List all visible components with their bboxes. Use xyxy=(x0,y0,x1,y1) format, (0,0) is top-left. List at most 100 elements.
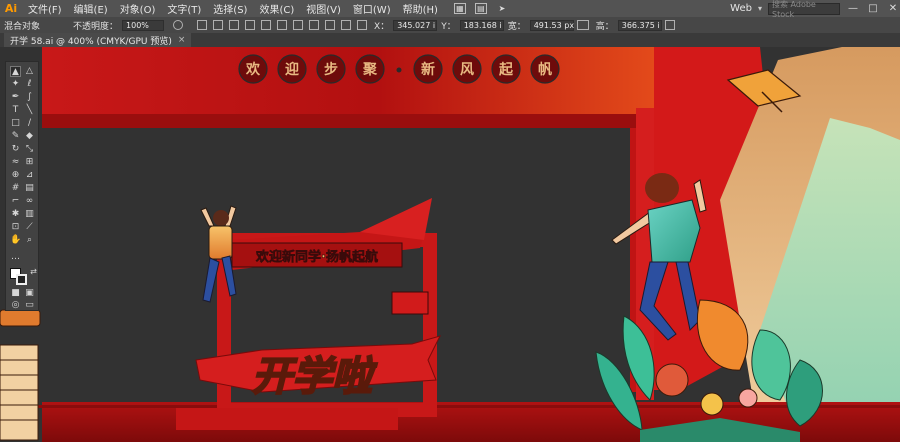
blend-tool-icon[interactable]: ∞ xyxy=(24,196,35,207)
swap-colors-icon[interactable]: ⇄ xyxy=(28,266,39,277)
menu-help[interactable]: 帮助(H) xyxy=(397,1,444,16)
column-graph-tool-icon[interactable]: ▥ xyxy=(24,209,35,220)
pen-tool-icon[interactable]: ✒ xyxy=(10,92,21,103)
artwork: 欢 迎 步 聚 新 风 起 帆 欢迎新同学·扬帆起航 开学啦 xyxy=(0,47,900,442)
y-label: Y： xyxy=(441,21,456,32)
edit-toolbar-icon[interactable]: … xyxy=(10,252,21,263)
opacity-field[interactable]: 100% xyxy=(122,19,165,31)
document-tab[interactable]: 开学 58.ai @ 400% (CMYK/GPU 预览) × xyxy=(4,33,192,47)
close-tab-icon[interactable]: × xyxy=(178,35,186,45)
app-logo: Ai xyxy=(4,2,18,15)
width-field[interactable]: 491.53 px xyxy=(529,19,574,31)
menu-file[interactable]: 文件(F) xyxy=(22,1,68,16)
stroke-swatch[interactable] xyxy=(16,274,27,285)
control-bar: 混合对象 不透明度： 100% X： 345.027 i Y： 183.168 … xyxy=(0,17,900,33)
curvature-tool-icon[interactable]: ∫ xyxy=(24,92,35,103)
scale-tool-icon[interactable]: ⤡ xyxy=(24,144,35,155)
document-tab-title: 开学 58.ai @ 400% (CMYK/GPU 预览) xyxy=(10,36,172,47)
rotate-tool-icon[interactable]: ↻ xyxy=(10,144,21,155)
document-tab-bar: 开学 58.ai @ 400% (CMYK/GPU 预览) × xyxy=(0,33,900,47)
align-right-icon[interactable] xyxy=(229,20,240,30)
send-icon[interactable]: ➤ xyxy=(496,3,508,14)
y-field[interactable]: 183.168 i xyxy=(459,19,504,31)
distribute-vertical-icon[interactable] xyxy=(309,20,320,30)
top-beam-shadow xyxy=(42,114,654,128)
title-circle-char: 聚 xyxy=(362,62,378,78)
rectangle-tool-icon[interactable]: □ xyxy=(10,118,21,129)
opacity-label: 不透明度： xyxy=(73,21,119,32)
lasso-tool-icon[interactable]: ℓ xyxy=(24,79,35,90)
align-center-icon[interactable] xyxy=(213,20,224,30)
symbol-sprayer-tool-icon[interactable]: ✱ xyxy=(10,209,21,220)
paintbrush-tool-icon[interactable]: ∕ xyxy=(24,118,35,129)
x-field[interactable]: 345.027 i xyxy=(393,19,438,31)
menu-select[interactable]: 选择(S) xyxy=(207,1,253,16)
minimize-button[interactable]: — xyxy=(846,3,860,14)
arrange-documents-icon[interactable]: ▤ xyxy=(474,3,487,14)
line-tool-icon[interactable]: ╲ xyxy=(24,105,35,116)
chevron-down-icon[interactable]: ▾ xyxy=(758,4,762,13)
menu-effect[interactable]: 效果(C) xyxy=(253,1,300,16)
workspace-switcher[interactable]: Web xyxy=(730,3,752,14)
shaper-tool-icon[interactable]: ✎ xyxy=(10,131,21,142)
selection-tool-icon[interactable]: ▲ xyxy=(10,66,21,77)
height-field[interactable]: 366.375 i xyxy=(617,19,662,31)
shape-builder-tool-icon[interactable]: ⊕ xyxy=(10,170,21,181)
mesh-tool-icon[interactable]: # xyxy=(10,183,21,194)
menu-edit[interactable]: 编辑(E) xyxy=(68,1,114,16)
color-mode-icon[interactable]: ■ xyxy=(10,288,21,299)
free-transform-tool-icon[interactable]: ⊞ xyxy=(24,157,35,168)
recolor-icon[interactable] xyxy=(173,20,184,30)
direct-selection-tool-icon[interactable]: △ xyxy=(24,66,35,77)
menu-window[interactable]: 窗口(W) xyxy=(347,1,397,16)
menu-bar: Ai 文件(F) 编辑(E) 对象(O) 文字(T) 选择(S) 效果(C) 视… xyxy=(0,0,900,19)
width-label: 宽： xyxy=(507,21,526,32)
bridge-icon[interactable]: ▦ xyxy=(453,3,466,14)
artboard-canvas[interactable]: 欢 迎 步 聚 新 风 起 帆 欢迎新同学·扬帆起航 开学啦 ▲ △ ✦ ℓ ✒… xyxy=(0,47,900,442)
menu-object[interactable]: 对象(O) xyxy=(114,1,162,16)
magic-wand-tool-icon[interactable]: ✦ xyxy=(10,79,21,90)
title-circle-char: 帆 xyxy=(538,61,552,78)
menu-type[interactable]: 文字(T) xyxy=(161,1,207,16)
type-tool-icon[interactable]: T xyxy=(10,105,21,116)
big-title-text: 开学啦 xyxy=(252,354,378,400)
transform-icon[interactable] xyxy=(341,20,352,30)
maximize-button[interactable]: □ xyxy=(866,3,880,14)
stock-search-input[interactable]: 搜索 Adobe Stock xyxy=(768,0,840,19)
title-circle-char: 步 xyxy=(324,61,338,78)
eraser-tool-icon[interactable]: ◆ xyxy=(24,131,35,142)
tools-panel: ▲ △ ✦ ℓ ✒ ∫ T ╲ □ ∕ ✎ ◆ ↻ ⤡ ≈ ⊞ ⊕ ⊿ # ▤ … xyxy=(5,61,39,311)
gradient-tool-icon[interactable]: ▤ xyxy=(24,183,35,194)
gradient-mode-icon[interactable]: ▣ xyxy=(24,288,35,299)
constrain-proportions-icon[interactable] xyxy=(576,20,589,30)
reference-point-icon[interactable] xyxy=(357,20,368,30)
left-books xyxy=(0,309,41,441)
slice-tool-icon[interactable]: ⟋ xyxy=(24,222,35,233)
align-middle-icon[interactable] xyxy=(261,20,272,30)
zoom-tool-icon[interactable]: ⌕ xyxy=(24,235,35,246)
distribute-horizontal-icon[interactable] xyxy=(325,20,336,30)
height-label: 高： xyxy=(595,21,614,32)
align-top-icon[interactable] xyxy=(245,20,256,30)
width-tool-icon[interactable]: ≈ xyxy=(10,157,21,168)
title-circle-char: 迎 xyxy=(285,61,299,78)
more-options-icon[interactable] xyxy=(664,20,675,30)
selection-type-label: 混合对象 xyxy=(4,21,41,32)
hand-tool-icon[interactable]: ✋ xyxy=(10,235,21,246)
align-left-icon[interactable] xyxy=(197,20,208,30)
title-circle-char: 欢 xyxy=(245,61,261,78)
title-circle-char: 起 xyxy=(498,61,514,78)
screen-mode-icon[interactable]: ▭ xyxy=(24,300,35,311)
title-circle-char: 新 xyxy=(421,61,435,78)
x-label: X： xyxy=(374,21,390,32)
close-window-button[interactable]: ✕ xyxy=(886,3,900,14)
distribute-icon[interactable] xyxy=(293,20,304,30)
gate-banner-text: 欢迎新同学·扬帆起航 xyxy=(255,249,378,265)
artboard-tool-icon[interactable]: ⊡ xyxy=(10,222,21,233)
menu-view[interactable]: 视图(V) xyxy=(300,1,347,16)
draw-mode-icon[interactable]: ◎ xyxy=(10,300,21,311)
align-bottom-icon[interactable] xyxy=(277,20,288,30)
eyedropper-tool-icon[interactable]: ⌐ xyxy=(10,196,21,207)
top-beam xyxy=(42,47,654,123)
perspective-tool-icon[interactable]: ⊿ xyxy=(24,170,35,181)
